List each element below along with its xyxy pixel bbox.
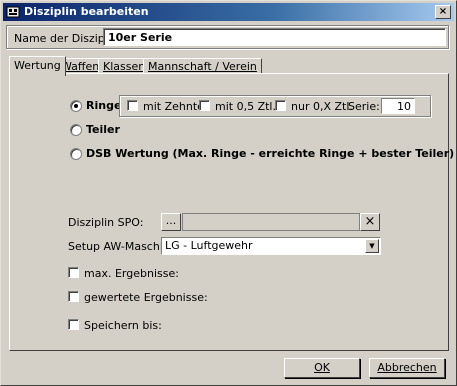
app-icon <box>6 5 20 19</box>
abbrechen-button[interactable]: Abbrechen <box>369 358 445 378</box>
radio-dsb-label[interactable]: DSB Wertung (Max. Ringe - erreichte Ring… <box>86 147 454 160</box>
speichern-label: Speichern bis: <box>84 319 162 332</box>
tab-wertung[interactable]: Wertung <box>9 56 66 76</box>
ellipsis-icon: ... <box>165 214 177 227</box>
tab-klassen-label: Klassen <box>103 60 146 73</box>
radio-ringe[interactable] <box>70 100 82 112</box>
tab-mannschaft-verein[interactable]: Mannschaft / Verein <box>143 58 262 74</box>
gewertete-label: gewertete Ergebnisse: <box>84 291 208 304</box>
name-group: Name der Disziplin: 10er Serie <box>6 25 449 49</box>
checkbox-nur-0x-ztl[interactable] <box>275 100 286 111</box>
checkbox-gewertete-ergebnisse[interactable] <box>68 291 79 302</box>
mit-05-label: mit 0,5 Ztl. <box>215 100 276 113</box>
dialog-window: Disziplin bearbeiten × Name der Diszipli… <box>0 0 457 386</box>
dropdown-arrow-glyph: ▼ <box>369 242 375 250</box>
setup-select[interactable]: LG - Luftgewehr ▼ <box>161 237 381 255</box>
setup-select-value: LG - Luftgewehr <box>165 239 253 252</box>
close-button[interactable]: × <box>435 5 451 19</box>
close-icon: × <box>438 6 448 17</box>
mit-zehntel-label: mit Zehntel <box>143 100 207 113</box>
spo-label: Disziplin SPO: <box>68 216 144 229</box>
tab-waffen-label: Waffen <box>61 60 100 73</box>
serie-input[interactable]: 10 <box>381 98 415 114</box>
spo-browse-button[interactable]: ... <box>161 213 181 231</box>
ok-label: OK <box>314 361 330 374</box>
name-input[interactable]: 10er Serie <box>103 28 446 46</box>
radio-ringe-label[interactable]: Ringe <box>86 99 121 112</box>
abbrechen-label: Abbrechen <box>377 361 437 374</box>
title-bar[interactable]: Disziplin bearbeiten × <box>3 3 454 21</box>
radio-teiler[interactable] <box>70 124 82 136</box>
spo-field <box>182 213 360 231</box>
serie-label: Serie: <box>348 100 380 113</box>
max-ergebnisse-label: max. Ergebnisse: <box>84 267 179 280</box>
tab-mannschaft-label: Mannschaft / Verein <box>148 60 257 73</box>
checkbox-max-ergebnisse[interactable] <box>68 267 79 278</box>
clear-icon: × <box>364 214 376 229</box>
ok-button[interactable]: OK <box>284 358 360 378</box>
radio-dsb-wertung[interactable] <box>70 148 82 160</box>
radio-teiler-label[interactable]: Teiler <box>86 123 120 136</box>
chevron-down-icon[interactable]: ▼ <box>365 239 379 253</box>
checkbox-speichern-bis[interactable] <box>68 319 79 330</box>
checkbox-mit-zehntel[interactable] <box>127 100 138 111</box>
tab-wertung-label: Wertung <box>14 59 61 72</box>
spo-clear-button[interactable]: × <box>360 213 380 231</box>
nur-0x-label: nur 0,X Ztl. <box>291 100 353 113</box>
checkbox-mit-05-ztl[interactable] <box>199 100 210 111</box>
window-title: Disziplin bearbeiten <box>24 5 149 18</box>
